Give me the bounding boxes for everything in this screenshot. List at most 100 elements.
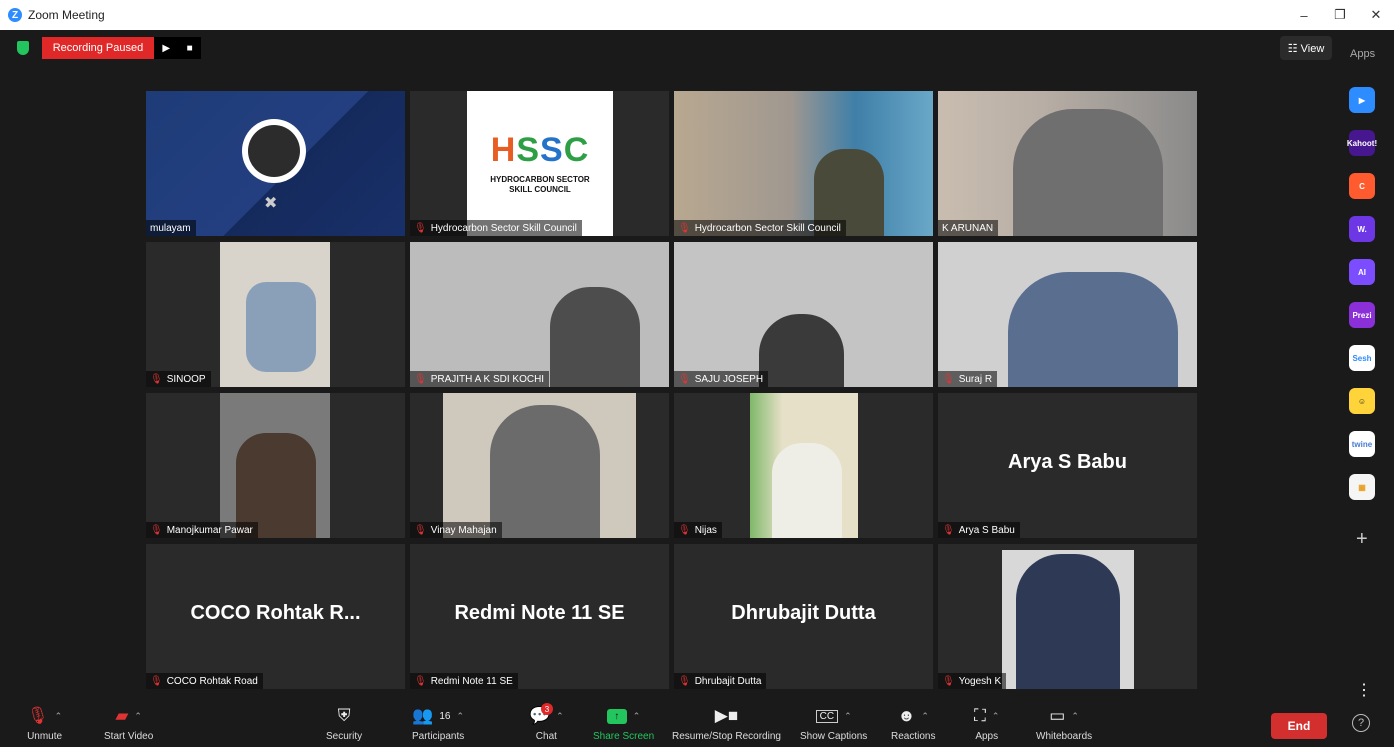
side-app-icon[interactable]: ☺ bbox=[1349, 388, 1375, 414]
participant-tile[interactable]: 🎙 Manojkumar Pawar bbox=[146, 393, 405, 538]
zoom-logo-icon: Z bbox=[8, 8, 22, 22]
start-video-button[interactable]: ▰ ⌃ Start Video bbox=[104, 705, 153, 742]
window-title: Zoom Meeting bbox=[28, 8, 105, 22]
title-bar: Z Zoom Meeting – ❐ ✕ bbox=[0, 0, 1394, 30]
participant-tile[interactable]: 🎙 Nijas bbox=[674, 393, 933, 538]
participant-name: 🎙 Dhrubajit Dutta bbox=[674, 673, 767, 689]
person-silhouette bbox=[1008, 272, 1178, 387]
participants-button[interactable]: 👥 16 ⌃ Participants bbox=[412, 705, 464, 742]
person-silhouette bbox=[772, 443, 842, 538]
video-feed bbox=[674, 91, 933, 236]
mic-muted-icon: 🎙 bbox=[414, 675, 427, 687]
mic-muted-icon: 🎙 bbox=[942, 524, 955, 536]
ai-app-icon[interactable]: AI bbox=[1349, 259, 1375, 285]
minimize-button[interactable]: – bbox=[1286, 0, 1322, 30]
participant-display-name: Dhrubajit Dutta bbox=[731, 602, 876, 624]
record-controls-icon: ▶■ bbox=[714, 706, 739, 725]
mic-muted-icon: 🎙 bbox=[678, 675, 691, 687]
meeting-top-bar: Recording Paused ▶ ■ ☷ View Apps bbox=[0, 30, 1394, 66]
participant-tile[interactable]: ✖ mulayam bbox=[146, 91, 405, 236]
security-shield-icon[interactable] bbox=[17, 41, 29, 55]
video-off-icon: ▰ bbox=[115, 706, 129, 725]
mic-off-icon: 🎙 bbox=[27, 706, 49, 725]
share-screen-button[interactable]: ↑ ⌃ Share Screen bbox=[593, 705, 654, 742]
restore-button[interactable]: ❐ bbox=[1322, 0, 1358, 30]
participant-name: 🎙 Hydrocarbon Sector Skill Council bbox=[410, 220, 582, 236]
participant-tile[interactable]: 🎙 Suraj R bbox=[938, 242, 1197, 387]
help-icon[interactable]: ? bbox=[1352, 714, 1370, 732]
prezi-app-icon[interactable]: Prezi bbox=[1349, 302, 1375, 328]
mic-muted-icon: 🎙 bbox=[678, 222, 691, 234]
resume-stop-recording-button[interactable]: ▶■ Resume/Stop Recording bbox=[672, 705, 781, 742]
participant-tile[interactable]: Redmi Note 11 SE 🎙 Redmi Note 11 SE bbox=[410, 544, 669, 689]
participant-tile[interactable]: HSSC HYDROCARBON SECTOR SKILL COUNCIL 🎙 Hy… bbox=[410, 91, 669, 236]
kahoot-app-icon[interactable]: Kahoot! bbox=[1347, 130, 1377, 156]
sesh-app-icon[interactable]: Sesh bbox=[1349, 345, 1375, 371]
participant-name: 🎙 Vinay Mahajan bbox=[410, 522, 502, 538]
chevron-up-icon: ⌃ bbox=[456, 710, 465, 721]
whiteboards-button[interactable]: ▭ ⌃ Whiteboards bbox=[1036, 705, 1092, 742]
participant-tile[interactable]: 🎙 PRAJITH A K SDI KOCHI bbox=[410, 242, 669, 387]
participant-name: 🎙 Yogesh K bbox=[938, 673, 1007, 689]
close-button[interactable]: ✕ bbox=[1358, 0, 1394, 30]
view-button[interactable]: ☷ View bbox=[1280, 36, 1332, 60]
chat-unread-badge: 3 bbox=[541, 703, 553, 715]
participant-tile[interactable]: Arya S Babu 🎙 Arya S Babu bbox=[938, 393, 1197, 538]
chevron-up-icon: ⌃ bbox=[1071, 710, 1079, 721]
mic-muted-icon: 🎙 bbox=[414, 524, 427, 536]
resume-recording-icon[interactable]: ▶ bbox=[162, 43, 170, 54]
mic-muted-icon: 🎙 bbox=[942, 675, 955, 687]
participant-tile[interactable]: 🎙 Hydrocarbon Sector Skill Council bbox=[674, 91, 933, 236]
security-button[interactable]: ⛨ Security bbox=[326, 705, 362, 742]
participant-tile[interactable]: 🎙 SAJU JOSEPH bbox=[674, 242, 933, 387]
person-silhouette bbox=[550, 287, 640, 387]
stop-recording-icon[interactable]: ■ bbox=[187, 43, 193, 54]
apps-button[interactable]: ⛶ ⌃ Apps bbox=[974, 705, 999, 742]
participant-name: 🎙 Redmi Note 11 SE bbox=[410, 673, 518, 689]
participant-name: 🎙 SAJU JOSEPH bbox=[674, 371, 769, 387]
participant-tile[interactable]: 🎙 Vinay Mahajan bbox=[410, 393, 669, 538]
participant-name: 🎙 Manojkumar Pawar bbox=[146, 522, 258, 538]
video-gallery: ✖ mulayam HSSC HYDROCARBON SECTOR SKILL C… bbox=[146, 91, 1198, 689]
captions-icon: CC bbox=[815, 709, 839, 723]
window-controls: – ❐ ✕ bbox=[1286, 0, 1394, 30]
participant-tile[interactable]: Dhrubajit Dutta 🎙 Dhrubajit Dutta bbox=[674, 544, 933, 689]
participant-display-name: Redmi Note 11 SE bbox=[454, 602, 625, 624]
mic-muted-icon: 🎙 bbox=[414, 222, 427, 234]
twine-app-icon[interactable]: twine bbox=[1349, 431, 1375, 457]
mic-muted-icon: 🎙 bbox=[942, 373, 955, 385]
participant-name: 🎙 COCO Rohtak Road bbox=[146, 673, 263, 689]
chevron-up-icon: ⌃ bbox=[632, 710, 641, 721]
side-app-icon[interactable]: ▦ bbox=[1349, 474, 1375, 500]
participant-name: 🎙 Suraj R bbox=[938, 371, 998, 387]
side-app-icon[interactable]: C bbox=[1349, 173, 1375, 199]
mic-muted-icon: 🎙 bbox=[150, 524, 163, 536]
person-silhouette bbox=[246, 282, 316, 372]
participant-tile[interactable]: 🎙 SINOOP bbox=[146, 242, 405, 387]
meeting-area: Recording Paused ▶ ■ ☷ View Apps ✖ mulay… bbox=[0, 30, 1394, 747]
chevron-up-icon: ⌃ bbox=[844, 710, 852, 721]
wooclap-app-icon[interactable]: W. bbox=[1349, 216, 1375, 242]
show-captions-button[interactable]: CC ⌃ Show Captions bbox=[800, 705, 867, 742]
chat-button[interactable]: 💬 3 ⌃ Chat bbox=[529, 703, 564, 742]
mic-muted-icon: 🎙 bbox=[414, 373, 427, 385]
end-meeting-button[interactable]: End bbox=[1271, 713, 1327, 739]
participant-tile-active-speaker[interactable]: K ARUNAN bbox=[938, 91, 1197, 236]
reactions-button[interactable]: ☻ ⌃ Reactions bbox=[891, 705, 935, 742]
participant-tile[interactable]: 🎙 Yogesh K bbox=[938, 544, 1197, 689]
chevron-up-icon: ⌃ bbox=[921, 710, 929, 721]
unmute-button[interactable]: 🎙 ⌃ Unmute bbox=[27, 705, 62, 742]
person-silhouette bbox=[1013, 109, 1163, 236]
mic-muted-icon: 🎙 bbox=[678, 524, 691, 536]
side-app-icon[interactable]: ▶ bbox=[1349, 87, 1375, 113]
mic-muted-icon: 🎙 bbox=[678, 373, 691, 385]
reactions-icon: ☻ bbox=[897, 706, 916, 725]
add-app-icon[interactable]: + bbox=[1356, 528, 1368, 551]
chevron-up-icon: ⌃ bbox=[134, 710, 142, 721]
participant-name: 🎙 Hydrocarbon Sector Skill Council bbox=[674, 220, 846, 236]
hssc-logo: HSSC HYDROCARBON SECTOR SKILL COUNCIL bbox=[467, 91, 613, 236]
participant-tile[interactable]: COCO Rohtak R... 🎙 COCO Rohtak Road bbox=[146, 544, 405, 689]
camera-off-icon: ✖ bbox=[264, 195, 278, 212]
chevron-up-icon: ⌃ bbox=[991, 710, 1000, 721]
meeting-toolbar: 🎙 ⌃ Unmute ▰ ⌃ Start Video ⛨ Security 👥 16 ⌃… bbox=[0, 697, 1394, 747]
